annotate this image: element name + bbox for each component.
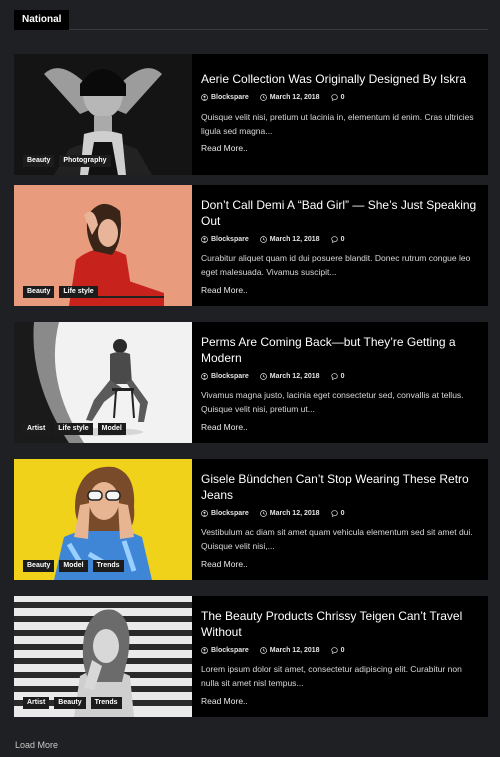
tag-link[interactable]: Model (97, 423, 126, 435)
tag-link[interactable]: Trends (90, 697, 122, 709)
post-tags: Artist Life style Model (23, 423, 126, 435)
post-date[interactable]: March 12, 2018 (270, 373, 320, 380)
post-meta: Blockspare March 12, 2018 0 (201, 647, 344, 654)
comment-icon (330, 510, 338, 517)
post-excerpt: Vestibulum ac diam sit amet quam vehicul… (201, 527, 473, 551)
clock-icon (259, 647, 267, 654)
section-header: National (14, 10, 488, 30)
tag-link[interactable]: Beauty (23, 155, 55, 167)
read-more-link[interactable]: Read More.. (201, 143, 248, 153)
post-thumbnail[interactable]: Beauty Photography (14, 54, 192, 175)
tag-link[interactable]: Life style (59, 286, 98, 298)
post-author[interactable]: Blockspare (211, 647, 249, 654)
post-author[interactable]: Blockspare (211, 94, 249, 101)
post-author[interactable]: Blockspare (211, 236, 249, 243)
post-title[interactable]: Perms Are Coming Back—but They’re Gettin… (201, 334, 481, 366)
post-meta: Blockspare March 12, 2018 0 (201, 236, 344, 243)
tag-link[interactable]: Beauty (23, 286, 55, 298)
post-card: Beauty Life style Don’t Call Demi A “Bad… (14, 185, 488, 306)
post-content: Don’t Call Demi A “Bad Girl” — She’s Jus… (201, 185, 481, 306)
clock-icon (259, 510, 267, 517)
post-meta: Blockspare March 12, 2018 0 (201, 373, 344, 380)
tag-link[interactable]: Trends (92, 560, 124, 572)
tag-link[interactable]: Model (59, 560, 88, 572)
post-tags: Beauty Photography (23, 155, 111, 167)
post-content: Perms Are Coming Back—but They’re Gettin… (201, 322, 481, 443)
post-excerpt: Quisque velit nisi, pretium ut lacinia i… (201, 112, 474, 136)
tag-link[interactable]: Life style (54, 423, 93, 435)
post-card: Beauty Model Trends Gisele Bündchen Can’… (14, 459, 488, 580)
post-title[interactable]: The Beauty Products Chrissy Teigen Can’t… (201, 608, 481, 640)
user-circle-icon (201, 94, 208, 101)
tag-link[interactable]: Beauty (54, 697, 86, 709)
clock-icon (259, 94, 267, 101)
user-circle-icon (201, 510, 208, 517)
post-comments[interactable]: 0 (341, 236, 345, 243)
post-excerpt: Vivamus magna justo, lacinia eget consec… (201, 390, 464, 414)
post-thumbnail[interactable]: Artist Beauty Trends (14, 596, 192, 717)
tag-link[interactable]: Beauty (23, 560, 55, 572)
post-card: Artist Life style Model Perms Are Coming… (14, 322, 488, 443)
comment-icon (330, 236, 338, 243)
post-meta: Blockspare March 12, 2018 0 (201, 94, 344, 101)
post-content: Gisele Bündchen Can’t Stop Wearing These… (201, 459, 481, 580)
post-tags: Beauty Model Trends (23, 560, 124, 572)
post-comments[interactable]: 0 (341, 510, 345, 517)
post-card: Beauty Photography Aerie Collection Was … (14, 54, 488, 175)
post-comments[interactable]: 0 (341, 373, 345, 380)
comment-icon (330, 373, 338, 380)
post-author[interactable]: Blockspare (211, 373, 249, 380)
post-meta: Blockspare March 12, 2018 0 (201, 510, 344, 517)
post-tags: Beauty Life style (23, 286, 98, 298)
section-tab-national[interactable]: National (14, 10, 70, 30)
post-content: Aerie Collection Was Originally Designed… (201, 54, 481, 175)
post-tags: Artist Beauty Trends (23, 697, 122, 709)
post-thumbnail[interactable]: Artist Life style Model (14, 322, 192, 443)
read-more-link[interactable]: Read More.. (201, 559, 248, 569)
post-author[interactable]: Blockspare (211, 510, 249, 517)
user-circle-icon (201, 236, 208, 243)
tag-link[interactable]: Photography (59, 155, 111, 167)
tag-link[interactable]: Artist (23, 423, 50, 435)
post-card: Artist Beauty Trends The Beauty Products… (14, 596, 488, 717)
clock-icon (259, 236, 267, 243)
clock-icon (259, 373, 267, 380)
post-title[interactable]: Gisele Bündchen Can’t Stop Wearing These… (201, 471, 481, 503)
read-more-link[interactable]: Read More.. (201, 422, 248, 432)
post-comments[interactable]: 0 (341, 94, 345, 101)
user-circle-icon (201, 373, 208, 380)
post-date[interactable]: March 12, 2018 (270, 510, 320, 517)
post-excerpt: Curabitur aliquet quam id dui posuere bl… (201, 253, 471, 277)
post-comments[interactable]: 0 (341, 647, 345, 654)
load-more-button[interactable]: Load More (15, 740, 58, 750)
read-more-link[interactable]: Read More.. (201, 696, 248, 706)
comment-icon (330, 647, 338, 654)
post-title[interactable]: Don’t Call Demi A “Bad Girl” — She’s Jus… (201, 197, 481, 229)
post-date[interactable]: March 12, 2018 (270, 647, 320, 654)
user-circle-icon (201, 647, 208, 654)
post-content: The Beauty Products Chrissy Teigen Can’t… (201, 596, 481, 717)
post-title[interactable]: Aerie Collection Was Originally Designed… (201, 71, 481, 87)
read-more-link[interactable]: Read More.. (201, 285, 248, 295)
post-date[interactable]: March 12, 2018 (270, 236, 320, 243)
comment-icon (330, 94, 338, 101)
post-excerpt: Lorem ipsum dolor sit amet, consectetur … (201, 664, 462, 688)
post-date[interactable]: March 12, 2018 (270, 94, 320, 101)
tag-link[interactable]: Artist (23, 697, 50, 709)
post-thumbnail[interactable]: Beauty Life style (14, 185, 192, 306)
post-thumbnail[interactable]: Beauty Model Trends (14, 459, 192, 580)
